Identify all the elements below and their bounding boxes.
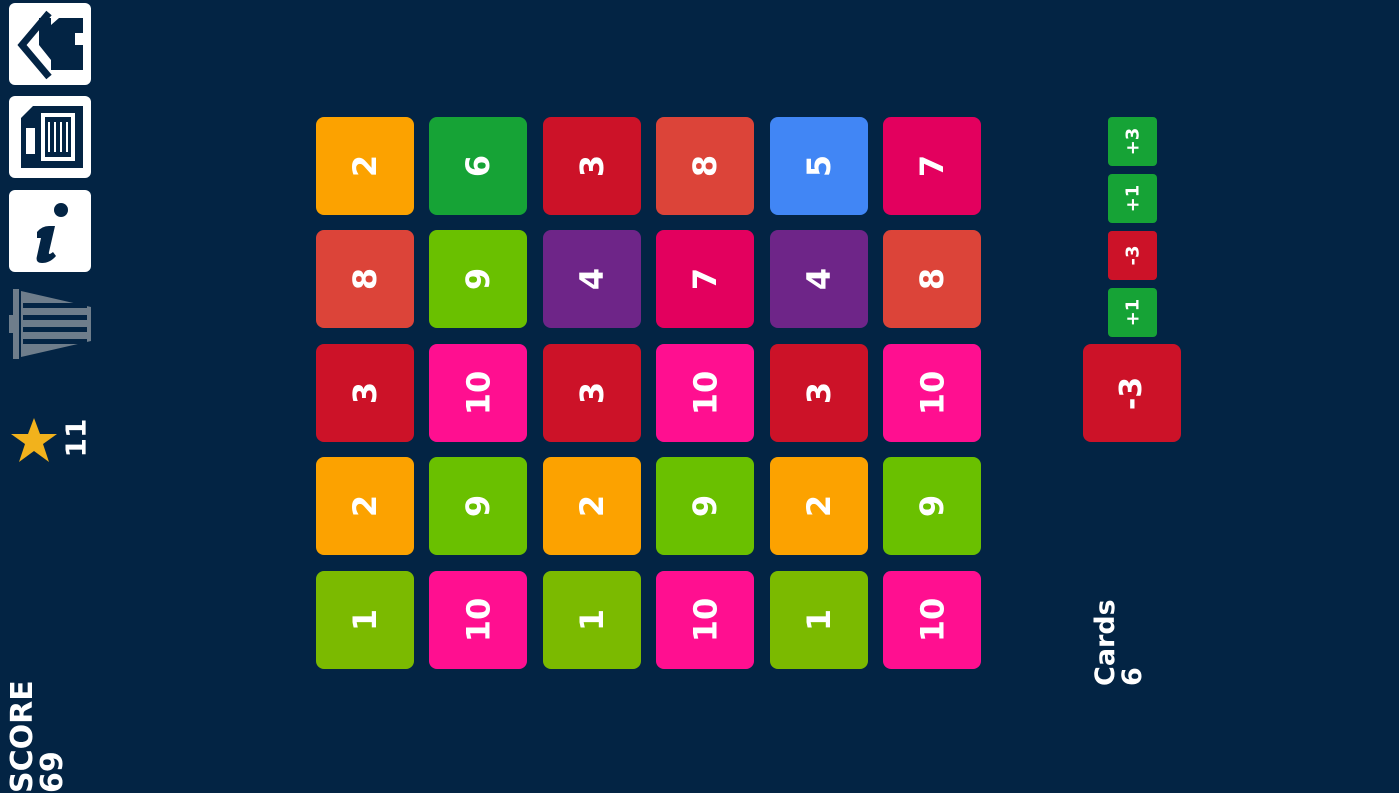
grid-tile[interactable]: 9 [429, 457, 527, 555]
star-count: 11 [59, 418, 93, 458]
grid-tile[interactable]: 1 [543, 571, 641, 669]
grid-tile[interactable]: 2 [543, 457, 641, 555]
grid-tile[interactable]: 6 [429, 117, 527, 215]
tile-value: 2 [572, 494, 611, 518]
tile-value: 4 [572, 267, 611, 291]
score-panel: SCORE 69 [5, 679, 74, 793]
cards-label: Cards [1090, 599, 1121, 686]
grid-tile[interactable]: 3 [543, 117, 641, 215]
star-icon [11, 418, 57, 462]
grid-tile[interactable]: 7 [656, 230, 754, 328]
trash-icon [9, 289, 91, 359]
queue-card: -3 [1108, 231, 1157, 280]
tile-value: 2 [799, 494, 838, 518]
grid-tile[interactable]: 5 [770, 117, 868, 215]
save-button[interactable] [9, 96, 91, 178]
cards-panel: Cards 6 [1090, 598, 1152, 686]
grid-tile[interactable]: 10 [656, 571, 754, 669]
grid-tile[interactable]: 10 [883, 344, 981, 442]
grid-tile[interactable]: 8 [883, 230, 981, 328]
queue-card-value: +3 [1121, 127, 1143, 156]
grid-tile[interactable]: 4 [543, 230, 641, 328]
current-card[interactable]: -3 [1083, 344, 1181, 442]
grid-tile[interactable]: 3 [543, 344, 641, 442]
tile-value: 1 [799, 608, 838, 632]
home-button[interactable] [9, 3, 91, 85]
grid-tile[interactable]: 7 [883, 117, 981, 215]
grid-tile[interactable]: 1 [770, 571, 868, 669]
grid-tile[interactable]: 4 [770, 230, 868, 328]
grid-tile[interactable]: 3 [770, 344, 868, 442]
tile-value: 8 [912, 267, 951, 291]
grid-tile[interactable]: 10 [656, 344, 754, 442]
grid-tile[interactable]: 8 [656, 117, 754, 215]
tile-value: 9 [458, 494, 497, 518]
info-icon [36, 203, 68, 263]
grid-tile[interactable]: 2 [316, 117, 414, 215]
grid-tile[interactable]: 2 [316, 457, 414, 555]
tile-value: 3 [345, 381, 384, 405]
tile-value: 8 [345, 267, 384, 291]
grid-tile[interactable]: 10 [429, 571, 527, 669]
queue-card: +3 [1108, 117, 1157, 166]
tile-value: 8 [685, 154, 724, 178]
tile-value: 2 [345, 494, 384, 518]
tile-value: 9 [458, 267, 497, 291]
tile-value: 3 [572, 381, 611, 405]
tile-value: 10 [913, 370, 951, 416]
tile-value: 9 [685, 494, 724, 518]
tile-value: 6 [458, 154, 497, 178]
tile-value: 10 [459, 597, 497, 643]
current-card-value: -3 [1114, 376, 1150, 410]
tile-value: 2 [345, 154, 384, 178]
grid-tile[interactable]: 3 [316, 344, 414, 442]
grid-tile[interactable]: 9 [656, 457, 754, 555]
tile-value: 1 [345, 608, 384, 632]
queue-card-value: +1 [1121, 184, 1143, 213]
queue-card: +1 [1108, 174, 1157, 223]
cards-value: 6 [1117, 667, 1148, 686]
info-button[interactable] [9, 190, 91, 272]
tile-value: 5 [799, 154, 838, 178]
tile-value: 3 [799, 381, 838, 405]
grid-tile[interactable]: 8 [316, 230, 414, 328]
score-value: 69 [35, 751, 70, 793]
tile-value: 9 [912, 494, 951, 518]
tile-value: 7 [912, 154, 951, 178]
grid-tile[interactable]: 10 [883, 571, 981, 669]
tile-value: 10 [459, 370, 497, 416]
tile-value: 10 [913, 597, 951, 643]
home-icon [17, 10, 83, 80]
tile-value: 1 [572, 608, 611, 632]
grid-tile[interactable]: 10 [429, 344, 527, 442]
queue-card-value: -3 [1122, 245, 1143, 266]
save-icon [21, 106, 83, 168]
grid-tile[interactable]: 9 [429, 230, 527, 328]
score-label: SCORE [5, 680, 40, 793]
tile-value: 10 [686, 597, 724, 643]
grid-tile[interactable]: 1 [316, 571, 414, 669]
grid-tile[interactable]: 9 [883, 457, 981, 555]
tile-value: 3 [572, 154, 611, 178]
grid-tile[interactable]: 2 [770, 457, 868, 555]
tile-value: 7 [685, 267, 724, 291]
trash-button[interactable] [7, 285, 93, 363]
queue-card-value: +1 [1121, 298, 1143, 327]
tile-value: 4 [799, 267, 838, 291]
queue-card: +1 [1108, 288, 1157, 337]
tile-value: 10 [686, 370, 724, 416]
